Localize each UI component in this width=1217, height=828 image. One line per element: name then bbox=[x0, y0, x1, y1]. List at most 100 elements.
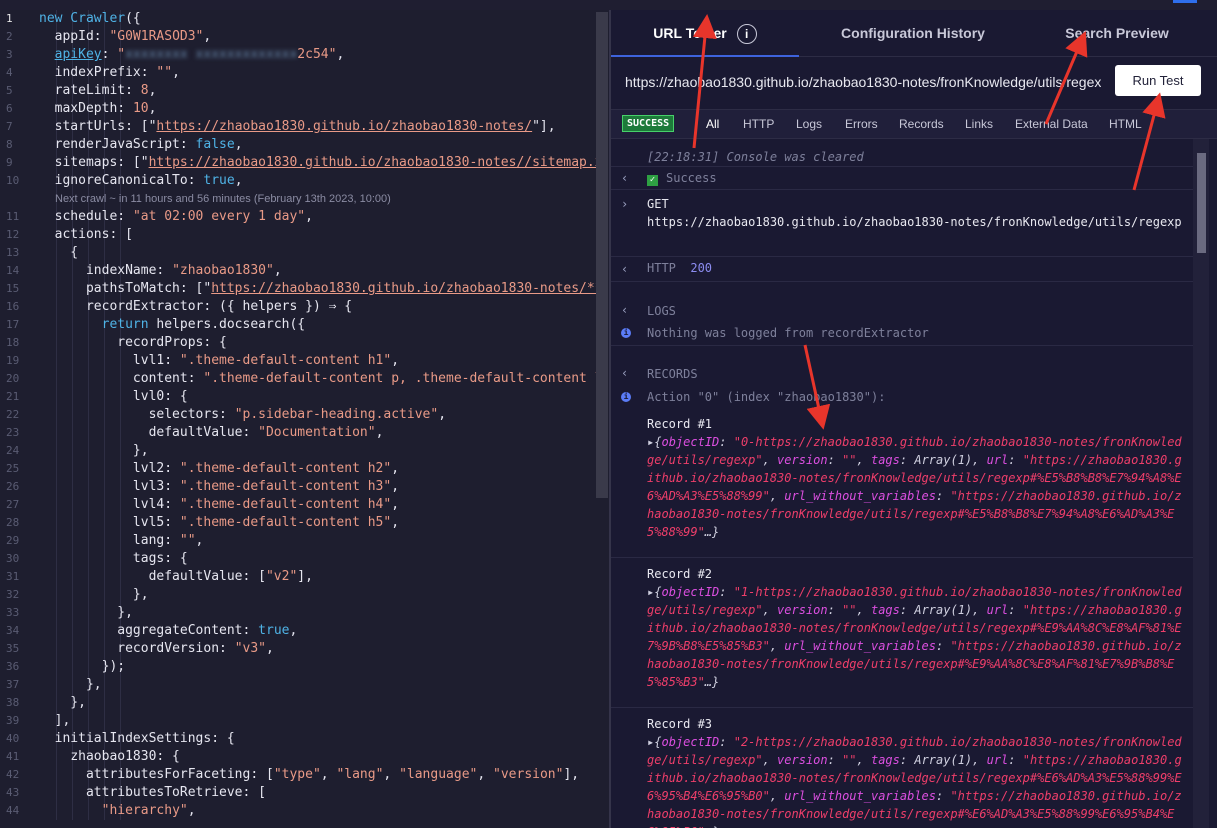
code-token: appId bbox=[54, 29, 94, 44]
console-scrollbar-thumb[interactable] bbox=[1197, 153, 1206, 253]
records-label: RECORDS bbox=[647, 367, 698, 381]
code-line: defaultValue: "Documentation", bbox=[148, 425, 384, 440]
editor-scrollbar[interactable] bbox=[596, 12, 608, 498]
code-token: ".theme-default-content p, .theme-defaul… bbox=[203, 371, 603, 386]
filter-html[interactable]: HTML bbox=[1109, 110, 1142, 138]
code-line: indexName: "zhaobao1830", bbox=[85, 263, 282, 278]
collapse-icon[interactable]: ‹ bbox=[621, 366, 628, 380]
record-key: version bbox=[777, 753, 828, 767]
console-output[interactable]: [22:18:31] Console was cleared ‹ ✓ Succes… bbox=[611, 139, 1193, 828]
code-token: lvl4 bbox=[132, 497, 165, 512]
console-row[interactable]: ‹ RECORDS bbox=[611, 363, 1193, 383]
code-token[interactable]: apiKey bbox=[55, 47, 102, 62]
run-test-button[interactable]: Run Test bbox=[1115, 65, 1201, 96]
record-block[interactable]: Record #3 ▸{objectID: "2-https://zhaobao… bbox=[611, 709, 1193, 828]
http-label: HTTP bbox=[647, 261, 676, 275]
collapse-icon[interactable]: ‹ bbox=[621, 171, 628, 185]
code-link[interactable]: https://zhaobao1830.github.io/zhaobao183… bbox=[149, 155, 603, 170]
line-number: 42 bbox=[6, 768, 20, 781]
line-number: 28 bbox=[6, 516, 20, 529]
line-number: 6 bbox=[6, 102, 13, 115]
record-tags: Array(1) bbox=[914, 453, 973, 467]
code-token: ({ bbox=[125, 11, 141, 26]
record-key: url bbox=[986, 453, 1009, 467]
tab-configuration-history[interactable]: Configuration History bbox=[813, 10, 1013, 55]
record-block[interactable]: Record #2 ▸{objectID: "1-https://zhaobao… bbox=[611, 559, 1193, 708]
console-row[interactable]: ‹ LOGS bbox=[611, 299, 1193, 319]
code-token: "at 02:00 every 1 day" bbox=[132, 209, 306, 224]
code-token: defaultValue bbox=[148, 425, 243, 440]
record-version: "" bbox=[842, 753, 857, 767]
filter-errors[interactable]: Errors bbox=[845, 110, 878, 138]
code-line: lvl4: ".theme-default-content h4", bbox=[132, 497, 400, 512]
filter-records[interactable]: Records bbox=[899, 110, 944, 138]
line-number: 29 bbox=[6, 534, 20, 547]
code-line: }, bbox=[39, 443, 149, 458]
console-row[interactable]: ‹ ✓ Success bbox=[611, 166, 1193, 190]
line-number: 11 bbox=[6, 210, 20, 223]
line-number: 38 bbox=[6, 696, 20, 709]
filter-http[interactable]: HTTP bbox=[743, 110, 774, 138]
collapse-icon[interactable]: ‹ bbox=[621, 262, 628, 276]
code-link[interactable]: https://zhaobao1830.github.io/zhaobao183… bbox=[211, 281, 602, 296]
line-number: 17 bbox=[6, 318, 20, 331]
line-number: 13 bbox=[6, 246, 20, 259]
url-bar: Run Test bbox=[611, 57, 1217, 110]
tab-url-tester[interactable]: URL Tester i bbox=[611, 10, 799, 57]
code-token: tags bbox=[132, 551, 165, 566]
line-number: 27 bbox=[6, 498, 20, 511]
line-number: 36 bbox=[6, 660, 20, 673]
code-token: maxDepth bbox=[54, 101, 118, 116]
line-number: 3 bbox=[6, 48, 13, 61]
tab-search-preview[interactable]: Search Preview bbox=[1051, 10, 1183, 55]
code-token: 2c54" bbox=[297, 47, 337, 62]
console-scrollbar[interactable] bbox=[1193, 139, 1209, 828]
url-input[interactable] bbox=[625, 69, 1101, 95]
console-row[interactable]: › GET https://zhaobao1830.github.io/zhaob… bbox=[611, 189, 1193, 257]
console-row[interactable]: ‹ HTTP 200 bbox=[611, 256, 1193, 282]
record-key: objectID bbox=[661, 435, 720, 449]
record-key: tags bbox=[870, 453, 900, 467]
line-number: 15 bbox=[6, 282, 20, 295]
expand-icon[interactable]: › bbox=[621, 197, 628, 211]
code-line: startUrls: ["https://zhaobao1830.github.… bbox=[54, 119, 556, 134]
line-number: 43 bbox=[6, 786, 20, 799]
code-token: ".theme-default-content h5" bbox=[179, 515, 392, 530]
code-token: new bbox=[39, 11, 63, 26]
info-icon: i bbox=[621, 328, 631, 338]
filter-links[interactable]: Links bbox=[965, 110, 993, 138]
code-token: : ({ helpers }) ⇒ { bbox=[203, 299, 353, 314]
code-line: indexPrefix: "", bbox=[54, 65, 180, 80]
record-key: url bbox=[986, 753, 1009, 767]
collapse-icon[interactable]: ‹ bbox=[621, 303, 628, 317]
record-key: url_without_variables bbox=[784, 789, 936, 803]
line-number: 25 bbox=[6, 462, 20, 475]
code-token: true bbox=[203, 173, 235, 188]
code-editor[interactable]: 1 2 3 4 5 6 7 8 9 10 11 12 13 14 15 16 17 18 19 20 21 22 23 24 2… bbox=[0, 10, 609, 828]
code-area[interactable]: new Crawler({ appId: "G0W1RASOD3", apiKe… bbox=[39, 10, 609, 820]
record-block[interactable]: Record #1 ▸{objectID: "0-https://zhaobao… bbox=[611, 409, 1193, 558]
info-icon[interactable]: i bbox=[736, 24, 757, 45]
status-badge: SUCCESS bbox=[622, 115, 675, 132]
code-token: sitemaps bbox=[54, 155, 118, 170]
record-key: url bbox=[986, 603, 1009, 617]
code-token: indexPrefix bbox=[54, 65, 141, 80]
code-line: selectors: "p.sidebar-heading.active", bbox=[148, 407, 447, 422]
record-version: "" bbox=[842, 603, 857, 617]
code-token: defaultValue bbox=[148, 569, 243, 584]
record-version: "" bbox=[842, 453, 857, 467]
gutter-spacer bbox=[0, 190, 38, 208]
code-line: schedule: "at 02:00 every 1 day", bbox=[54, 209, 313, 224]
line-number: 7 bbox=[6, 120, 13, 133]
filter-all[interactable]: All bbox=[706, 110, 719, 138]
code-line: recordVersion: "v3", bbox=[117, 641, 274, 656]
filter-external-data[interactable]: External Data bbox=[1015, 110, 1088, 138]
code-line: }, bbox=[39, 695, 86, 710]
code-token: pathsToMatch bbox=[85, 281, 180, 296]
code-token: "lang" bbox=[336, 767, 384, 782]
code-token: "" bbox=[156, 65, 173, 80]
code-link[interactable]: https://zhaobao1830.github.io/zhaobao183… bbox=[156, 119, 532, 134]
code-line: new Crawler({ bbox=[39, 10, 609, 28]
code-token: indexName bbox=[85, 263, 157, 278]
filter-logs[interactable]: Logs bbox=[796, 110, 822, 138]
